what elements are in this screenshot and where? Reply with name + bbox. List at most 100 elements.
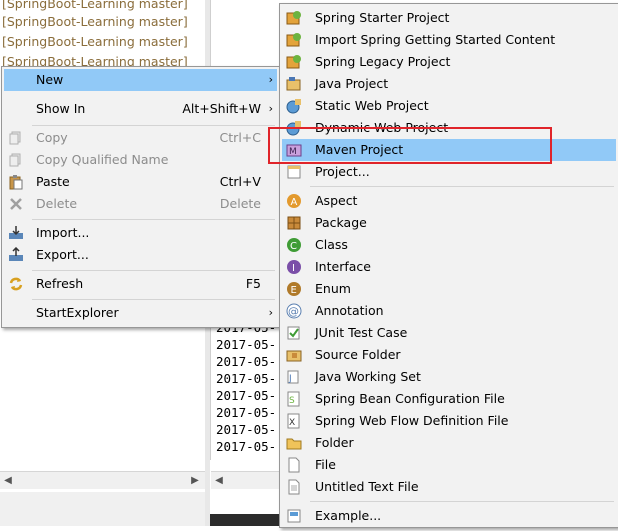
log-line: 2017-05-	[216, 337, 277, 352]
log-line: 2017-05-	[216, 371, 277, 386]
submenu-item-label: File	[315, 457, 336, 472]
submenu-item-label: Spring Web Flow Definition File	[315, 413, 509, 428]
menu-item-label: Import...	[36, 225, 90, 240]
tree-horizontal-scrollbar[interactable]: ◀ ▶	[0, 471, 205, 489]
submenu-item-spring-bean-configuration[interactable]: S Spring Bean Configuration File	[282, 388, 616, 410]
submenu-item-label: Example...	[315, 508, 382, 523]
menu-item-import[interactable]: Import...	[4, 222, 277, 244]
svg-text:I: I	[292, 263, 295, 274]
submenu-item-java-working-set[interactable]: J Java Working Set	[282, 366, 616, 388]
submenu-item-label: Java Working Set	[315, 369, 421, 384]
submenu-item-file[interactable]: File	[282, 454, 616, 476]
package-icon	[286, 215, 302, 231]
submenu-item-untitled-text-file[interactable]: Untitled Text File	[282, 476, 616, 498]
submenu-item-interface[interactable]: I Interface	[282, 256, 616, 278]
submenu-item-label: Folder	[315, 435, 354, 450]
submenu-item-source-folder[interactable]: Source Folder	[282, 344, 616, 366]
menu-item-label: Delete	[36, 196, 78, 211]
menu-item-paste[interactable]: Paste Ctrl+V	[4, 171, 277, 193]
submenu-item-spring-starter-project[interactable]: Spring Starter Project	[282, 7, 616, 29]
delete-icon	[8, 196, 24, 212]
submenu-item-label: Aspect	[315, 193, 358, 208]
submenu-item-label: Java Project	[315, 76, 389, 91]
spring-legacy-icon	[286, 54, 302, 70]
submenu-item-package[interactable]: Package	[282, 212, 616, 234]
source-folder-icon	[286, 347, 302, 363]
menu-item-export[interactable]: Export...	[4, 244, 277, 266]
menu-item-startexplorer[interactable]: StartExplorer ›	[4, 302, 277, 324]
paste-icon	[8, 174, 24, 190]
menu-item-shortcut: Delete	[219, 196, 261, 211]
submenu-item-label: Import Spring Getting Started Content	[315, 32, 556, 47]
chevron-right-icon: ›	[268, 102, 273, 115]
menu-item-label: Copy Qualified Name	[36, 152, 169, 167]
svg-text:E: E	[291, 285, 297, 296]
menu-item-delete[interactable]: Delete Delete	[4, 193, 277, 215]
menu-item-shortcut: Ctrl+C	[219, 130, 261, 145]
console-horizontal-scrollbar[interactable]: ◀	[211, 471, 280, 489]
copy-icon	[8, 130, 24, 146]
aspect-icon: A	[286, 193, 302, 209]
submenu-item-label: Spring Legacy Project	[315, 54, 451, 69]
submenu-item-junit-test-case[interactable]: JUnit Test Case	[282, 322, 616, 344]
menu-item-copy[interactable]: Copy Ctrl+C	[4, 127, 277, 149]
submenu-item-spring-legacy-project[interactable]: Spring Legacy Project	[282, 51, 616, 73]
chevron-right-icon: ›	[268, 306, 273, 319]
menu-item-shortcut: Ctrl+V	[219, 174, 261, 189]
export-icon	[8, 246, 24, 263]
scroll-right-icon[interactable]: ▶	[187, 472, 203, 489]
tree-item[interactable]: [SpringBoot-Learning master]	[2, 32, 188, 52]
menu-item-label: Show In	[36, 101, 86, 116]
menu-item-label: Refresh	[36, 276, 84, 291]
svg-text:X: X	[289, 418, 295, 428]
submenu-item-enum[interactable]: E Enum	[282, 278, 616, 300]
interface-icon: I	[286, 259, 302, 275]
svg-text:C: C	[290, 241, 297, 252]
junit-icon	[286, 325, 302, 341]
submenu-item-label: Class	[315, 237, 348, 252]
status-area	[0, 492, 205, 526]
menu-item-refresh[interactable]: Refresh F5	[4, 273, 277, 295]
static-web-icon	[286, 98, 302, 114]
submenu-item-project[interactable]: Project...	[282, 161, 616, 183]
maven-highlight-annotation	[268, 127, 552, 164]
svg-text:S: S	[289, 396, 295, 406]
copy-qualified-icon	[8, 152, 24, 168]
submenu-item-folder[interactable]: Folder	[282, 432, 616, 454]
submenu-item-label: Untitled Text File	[315, 479, 419, 494]
submenu-item-label: JUnit Test Case	[315, 325, 408, 340]
tree-item[interactable]: [SpringBoot-Learning master]	[2, 12, 188, 32]
submenu-item-label: Source Folder	[315, 347, 401, 362]
submenu-item-spring-web-flow[interactable]: X Spring Web Flow Definition File	[282, 410, 616, 432]
submenu-item-class[interactable]: C Class	[282, 234, 616, 256]
menu-separator	[32, 219, 275, 220]
menu-item-new[interactable]: New ›	[4, 69, 277, 91]
submenu-item-java-project[interactable]: Java Project	[282, 73, 616, 95]
log-line: 2017-05-	[216, 405, 277, 420]
scroll-left-icon[interactable]: ◀	[0, 472, 16, 489]
menu-item-copy-qualified-name[interactable]: Copy Qualified Name	[4, 149, 277, 171]
log-line: 2017-05-	[216, 388, 277, 403]
menu-separator	[32, 125, 275, 126]
menu-item-show-in[interactable]: Show In Alt+Shift+W ›	[4, 98, 277, 120]
submenu-item-label: Project...	[315, 164, 370, 179]
log-line: 2017-05-	[216, 354, 277, 369]
project-icon	[286, 164, 302, 180]
menu-item-shortcut: F5	[245, 276, 261, 291]
submenu-item-static-web-project[interactable]: Static Web Project	[282, 95, 616, 117]
submenu-item-label: Enum	[315, 281, 351, 296]
submenu-item-example[interactable]: Example...	[282, 505, 616, 527]
menu-separator	[310, 501, 614, 502]
submenu-item-annotation[interactable]: @ Annotation	[282, 300, 616, 322]
web-flow-icon: X	[286, 413, 302, 429]
submenu-item-label: Annotation	[315, 303, 384, 318]
submenu-item-label: Spring Starter Project	[315, 10, 450, 25]
submenu-item-aspect[interactable]: A Aspect	[282, 190, 616, 212]
submenu-item-import-spring-getting-started[interactable]: Import Spring Getting Started Content	[282, 29, 616, 51]
working-set-icon: J	[286, 369, 302, 385]
menu-item-label: Export...	[36, 247, 89, 262]
scroll-left-icon[interactable]: ◀	[211, 472, 227, 489]
menu-item-label: Paste	[36, 174, 70, 189]
class-icon: C	[286, 237, 302, 253]
menu-separator	[310, 186, 614, 187]
